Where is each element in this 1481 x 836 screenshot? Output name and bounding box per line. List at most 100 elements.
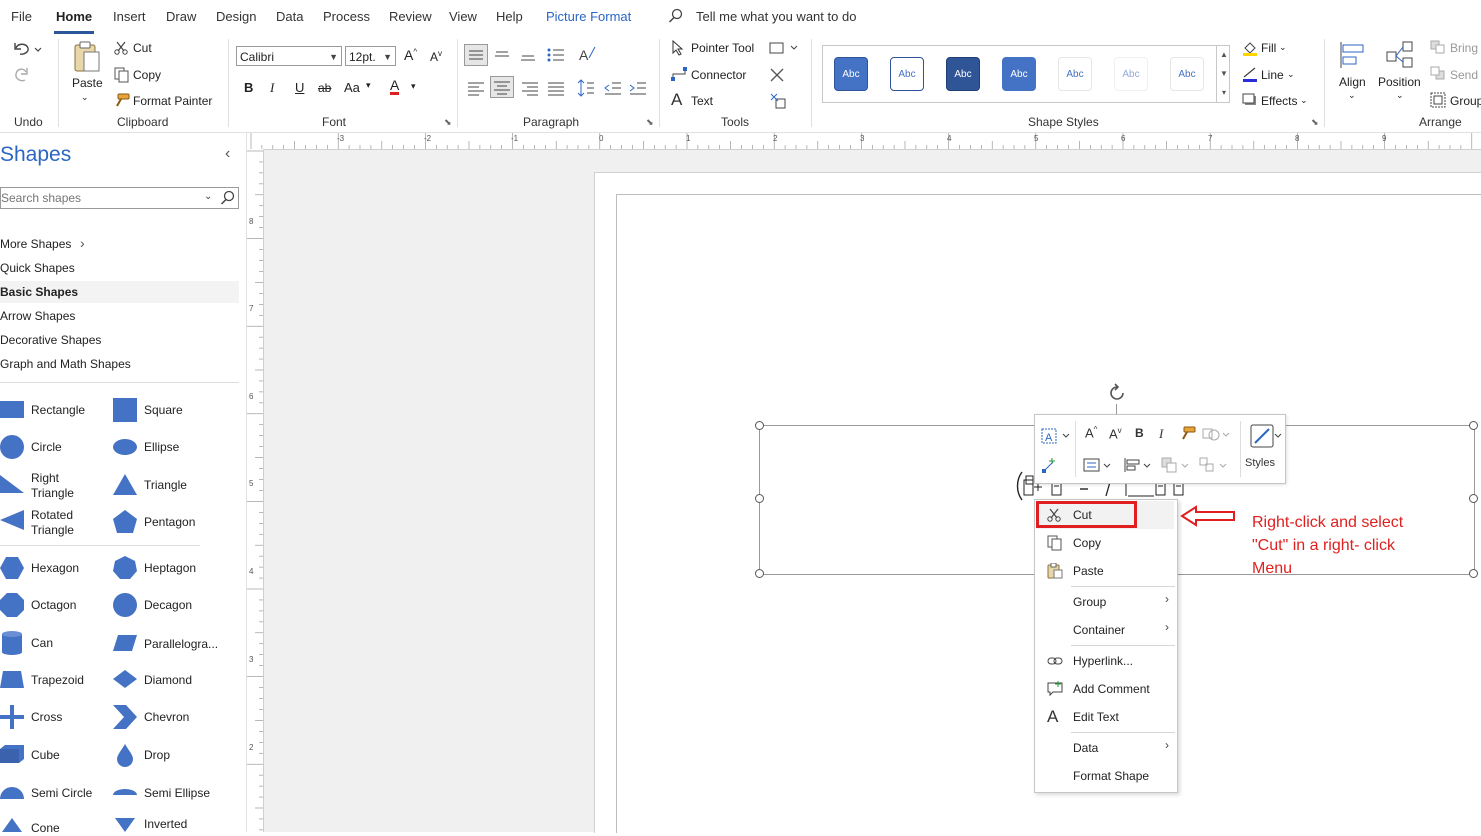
menu-item-copy[interactable]: Copy (1073, 536, 1101, 550)
line-spacing-icon[interactable] (577, 78, 595, 101)
shape-style-swatch[interactable]: Abc (1058, 57, 1092, 91)
cut-button[interactable]: Cut (133, 41, 152, 55)
resize-handle[interactable] (1469, 494, 1478, 503)
connector-point-icon[interactable] (1041, 457, 1059, 478)
group-objects-icon[interactable] (1199, 457, 1229, 476)
chevron-down-icon[interactable]: ⌄ (1287, 69, 1295, 80)
paste-dropdown-icon[interactable]: ⌄ (81, 92, 89, 103)
font-family-combo[interactable]: Calibri ▼ (236, 46, 342, 66)
align-middle-icon[interactable] (492, 46, 512, 67)
paste-icon[interactable] (72, 41, 102, 76)
dialog-launcher-icon[interactable]: ⬊ (444, 117, 452, 128)
copy-button[interactable]: Copy (133, 68, 161, 82)
menu-item-group[interactable]: Group (1073, 595, 1106, 609)
text-direction-icon[interactable]: A (577, 44, 597, 67)
align-shapes-icon[interactable] (1123, 457, 1153, 476)
tab-home[interactable]: Home (53, 9, 95, 34)
italic-button[interactable]: I (1159, 426, 1163, 442)
shape-fill-icon[interactable] (1202, 426, 1232, 445)
tab-insert[interactable]: Insert (113, 9, 146, 24)
bring-to-front-icon[interactable] (1161, 457, 1191, 476)
resize-handle[interactable] (755, 421, 764, 430)
resize-handle[interactable] (1469, 421, 1478, 430)
chevron-down-icon[interactable]: ⌄ (1279, 42, 1287, 53)
bullets-icon[interactable] (546, 46, 566, 67)
text-box-icon[interactable]: A (1041, 427, 1071, 448)
search-shapes-box[interactable]: ⌄ (0, 187, 239, 209)
close-icon[interactable] (769, 67, 785, 86)
tab-review[interactable]: Review (389, 9, 432, 24)
paste-button[interactable]: Paste (72, 76, 103, 90)
gallery-scroll[interactable]: ▲ ▼ ▾ (1216, 45, 1231, 103)
connection-point-icon[interactable] (769, 92, 787, 113)
chevron-down-icon[interactable]: ⌄ (1300, 95, 1308, 106)
chevron-down-icon[interactable]: ⌄ (204, 191, 212, 202)
tab-data[interactable]: Data (276, 9, 303, 24)
collapse-chevron-icon[interactable]: ‹ (225, 145, 230, 163)
italic-button[interactable]: I (270, 80, 274, 96)
fill-button[interactable]: Fill (1261, 41, 1276, 55)
align-right-icon[interactable] (520, 80, 540, 99)
tab-process[interactable]: Process (323, 9, 370, 24)
nav-more-shapes[interactable]: More Shapes (0, 237, 71, 251)
undo-icon[interactable] (12, 40, 42, 61)
nav-quick-shapes[interactable]: Quick Shapes (0, 261, 75, 275)
shape-style-swatch[interactable]: Abc (890, 57, 924, 91)
shape-style-swatch[interactable]: Abc (1002, 57, 1036, 91)
menu-item-format-shape[interactable]: Format Shape (1073, 769, 1149, 783)
dialog-launcher-icon[interactable]: ⬊ (1311, 117, 1319, 128)
change-case-button[interactable]: Aa (344, 80, 360, 95)
strikethrough-button[interactable]: ab (318, 81, 331, 95)
menu-item-paste[interactable]: Paste (1073, 564, 1104, 578)
tab-view[interactable]: View (449, 9, 477, 24)
styles-label[interactable]: Styles (1245, 457, 1275, 469)
menu-item-add-comment[interactable]: Add Comment (1073, 682, 1150, 696)
menu-item-container[interactable]: Container (1073, 623, 1125, 637)
line-style-icon[interactable] (1083, 457, 1113, 476)
menu-item-edit-text[interactable]: Edit Text (1073, 710, 1119, 724)
bold-button[interactable]: B (244, 80, 253, 95)
align-bottom-icon[interactable] (518, 46, 538, 67)
chevron-down-icon[interactable]: ⌄ (1396, 90, 1404, 101)
menu-item-hyperlink[interactable]: Hyperlink... (1073, 654, 1133, 668)
chevron-down-icon[interactable]: ▾ (366, 80, 371, 91)
rectangle-tool-icon[interactable] (769, 41, 801, 58)
format-painter-icon[interactable] (1180, 425, 1196, 444)
group-button[interactable]: Group (1450, 94, 1481, 108)
bold-button[interactable]: B (1135, 426, 1144, 440)
format-painter-button[interactable]: Format Painter (133, 94, 212, 108)
styles-icon[interactable] (1249, 423, 1283, 454)
resize-handle[interactable] (755, 494, 764, 503)
chevron-down-icon[interactable]: ▾ (411, 81, 416, 92)
align-button[interactable]: Align (1339, 75, 1366, 89)
chevron-down-icon[interactable]: ⌄ (1348, 90, 1356, 101)
shape-style-swatch[interactable]: Abc (1170, 57, 1204, 91)
tab-design[interactable]: Design (216, 9, 256, 24)
tab-draw[interactable]: Draw (166, 9, 196, 24)
tab-file[interactable]: File (11, 9, 32, 24)
grow-font-button[interactable]: A^ (1085, 425, 1097, 440)
underline-button[interactable]: U (295, 80, 304, 95)
search-icon[interactable] (220, 190, 236, 209)
menu-item-data[interactable]: Data (1073, 741, 1098, 755)
position-button[interactable]: Position (1378, 75, 1421, 89)
align-top-button[interactable] (464, 44, 488, 66)
justify-icon[interactable] (546, 80, 566, 99)
redo-icon[interactable] (12, 66, 32, 87)
pointer-tool-button[interactable]: Pointer Tool (691, 41, 754, 55)
effects-button[interactable]: Effects (1261, 94, 1297, 108)
search-input[interactable] (1, 189, 201, 206)
align-left-icon[interactable] (466, 80, 486, 99)
font-size-combo[interactable]: 12pt. ▼ (345, 46, 396, 66)
nav-basic-shapes[interactable]: Basic Shapes (0, 285, 78, 299)
shape-style-swatch[interactable]: Abc (946, 57, 980, 91)
tab-help[interactable]: Help (496, 9, 523, 24)
rotate-handle-icon[interactable] (1106, 382, 1128, 407)
nav-decorative-shapes[interactable]: Decorative Shapes (0, 333, 101, 347)
tell-me-box[interactable]: Tell me what you want to do (696, 9, 856, 24)
increase-indent-icon[interactable] (628, 80, 648, 99)
nav-arrow-shapes[interactable]: Arrow Shapes (0, 309, 75, 323)
nav-graph-math-shapes[interactable]: Graph and Math Shapes (0, 357, 131, 371)
resize-handle[interactable] (755, 569, 764, 578)
line-button[interactable]: Line (1261, 68, 1284, 82)
